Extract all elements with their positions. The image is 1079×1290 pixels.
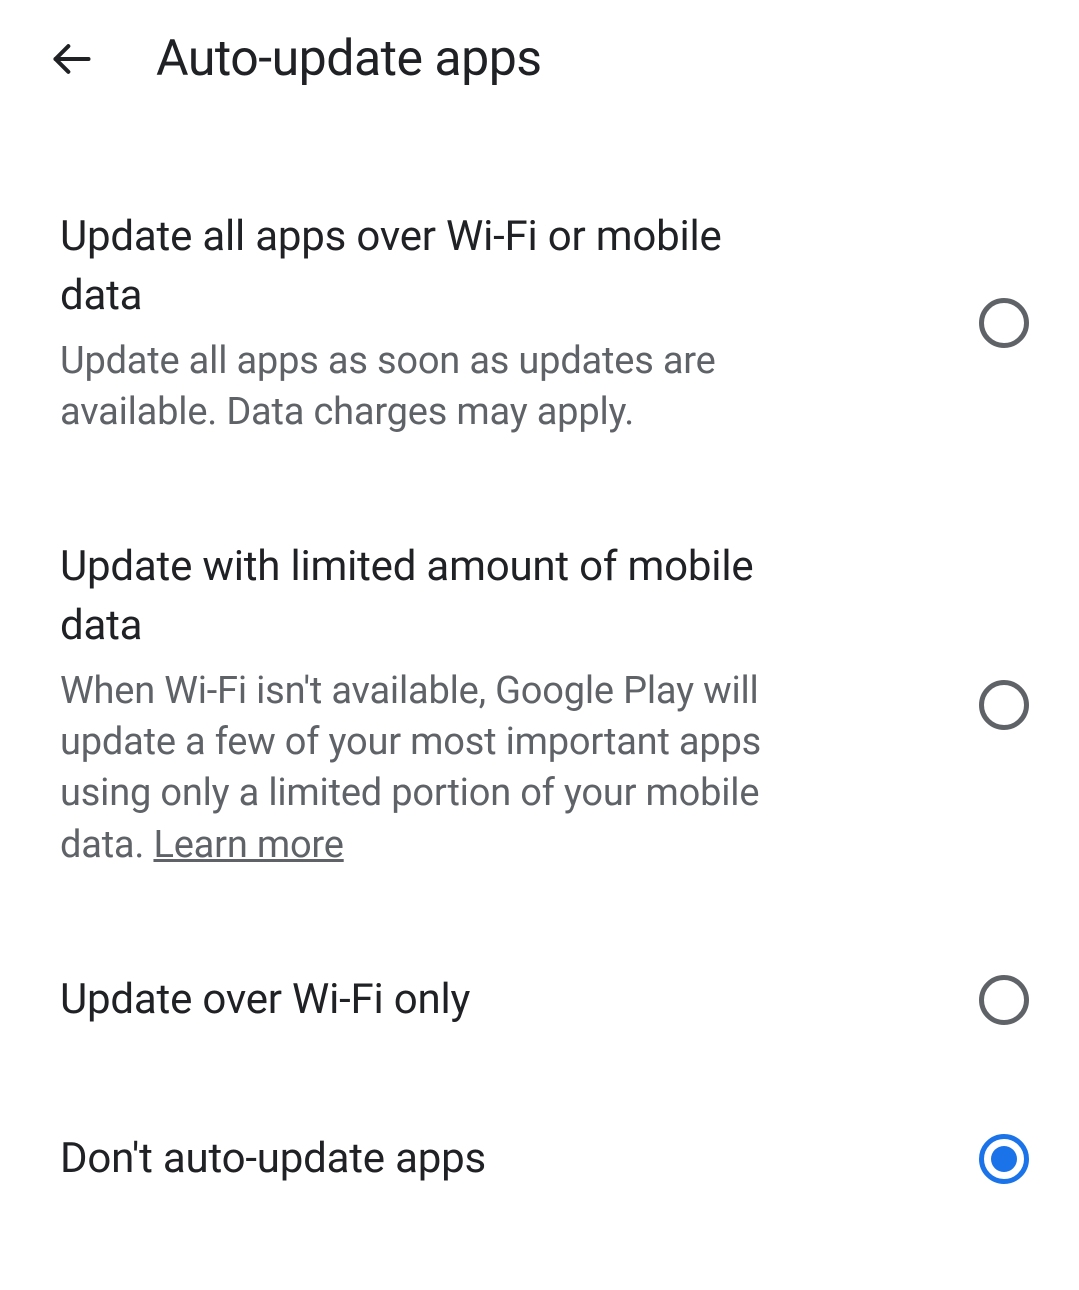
option-title: Update with limited amount of mobile dat…: [60, 538, 780, 656]
option-text: Update all apps over Wi-Fi or mobile dat…: [60, 208, 820, 438]
option-subtitle: When Wi-Fi isn't available, Google Play …: [60, 666, 780, 871]
back-arrow-icon: [50, 37, 94, 81]
radio-button[interactable]: [979, 975, 1029, 1025]
option-title: Don't auto-update apps: [60, 1130, 780, 1189]
option-update-all[interactable]: Update all apps over Wi-Fi or mobile dat…: [60, 208, 1029, 438]
back-button[interactable]: [48, 35, 96, 83]
option-subtitle: Update all apps as soon as updates are a…: [60, 336, 780, 439]
option-dont-update[interactable]: Don't auto-update apps: [60, 1130, 1029, 1189]
options-list: Update all apps over Wi-Fi or mobile dat…: [0, 118, 1079, 1189]
option-text: Update over Wi-Fi only: [60, 971, 820, 1030]
page-title: Auto-update apps: [156, 30, 542, 88]
radio-button[interactable]: [979, 298, 1029, 348]
option-update-limited[interactable]: Update with limited amount of mobile dat…: [60, 538, 1029, 871]
header: Auto-update apps: [0, 0, 1079, 118]
option-text: Update with limited amount of mobile dat…: [60, 538, 820, 871]
option-title: Update over Wi-Fi only: [60, 971, 780, 1030]
option-text: Don't auto-update apps: [60, 1130, 820, 1189]
option-wifi-only[interactable]: Update over Wi-Fi only: [60, 971, 1029, 1030]
option-title: Update all apps over Wi-Fi or mobile dat…: [60, 208, 780, 326]
radio-button[interactable]: [979, 1134, 1029, 1184]
learn-more-link[interactable]: Learn more: [153, 823, 343, 867]
radio-button[interactable]: [979, 680, 1029, 730]
